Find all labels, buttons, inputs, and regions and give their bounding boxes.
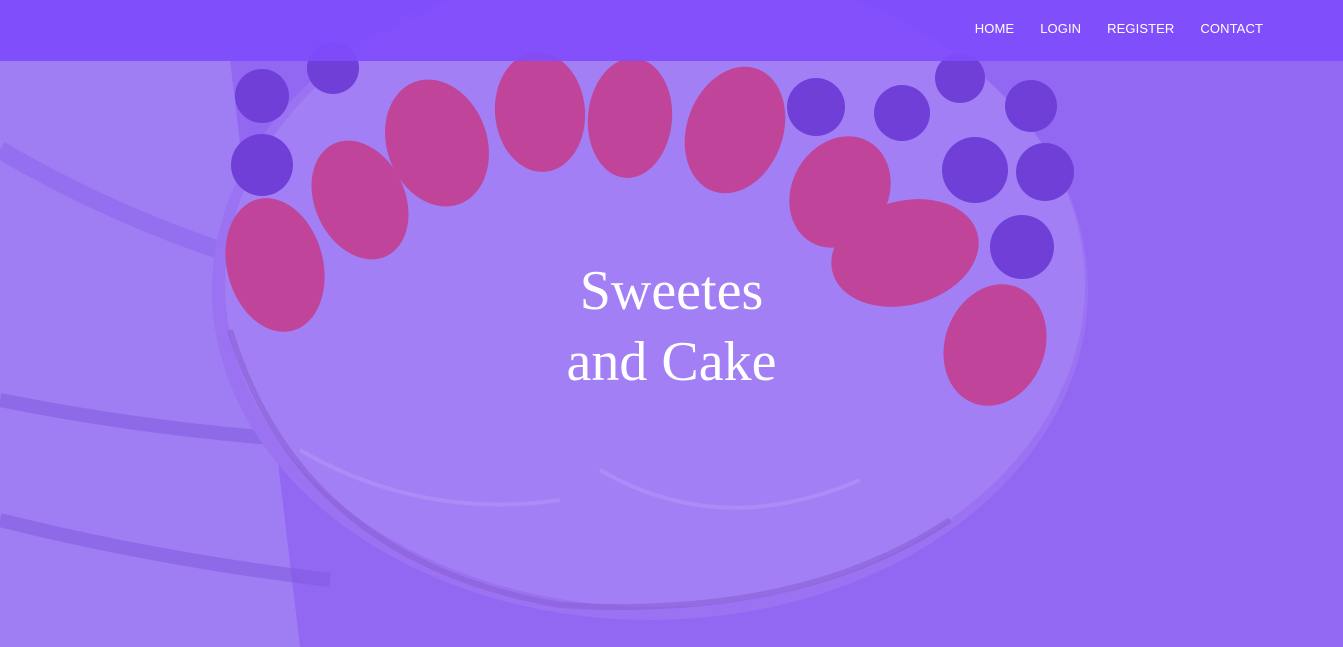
nav-item-home: HOME	[975, 20, 1014, 38]
nav-item-login: LOGIN	[1040, 20, 1081, 38]
nav-item-contact: CONTACT	[1200, 20, 1263, 38]
nav-link-contact[interactable]: CONTACT	[1200, 21, 1263, 36]
nav-item-register: REGISTER	[1107, 20, 1174, 38]
nav-link-register[interactable]: REGISTER	[1107, 21, 1174, 36]
nav-link-login[interactable]: LOGIN	[1040, 21, 1081, 36]
hero-title-line-2: and Cake	[566, 331, 777, 393]
hero-title-line-1: Sweetes	[579, 260, 764, 322]
nav-menu: HOME LOGIN REGISTER CONTACT	[949, 0, 1263, 57]
top-navbar: HOME LOGIN REGISTER CONTACT	[0, 0, 1343, 61]
hero-title: Sweetes and Cake	[0, 256, 1343, 398]
nav-link-home[interactable]: HOME	[975, 21, 1014, 36]
